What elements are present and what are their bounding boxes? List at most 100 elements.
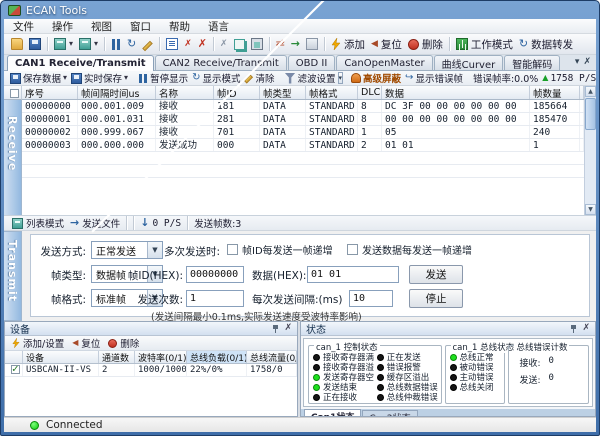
data-increment-option[interactable]: 发送数据每发送一帧递增: [347, 242, 472, 257]
work-mode-button[interactable]: 工作模式: [453, 36, 516, 53]
menu-help[interactable]: 帮助: [160, 19, 199, 33]
send-button[interactable]: 发送: [409, 265, 463, 284]
broom-icon: [142, 40, 153, 51]
tab-close-icon[interactable]: ✗: [583, 57, 591, 67]
device-checkbox[interactable]: [11, 365, 20, 374]
tab-obd2[interactable]: OBD II: [288, 55, 336, 70]
cut-button[interactable]: ✗: [217, 37, 231, 51]
transmit-side-tab[interactable]: Transmit: [4, 231, 22, 321]
interval-input[interactable]: 10: [349, 290, 393, 307]
menu-file[interactable]: 文件: [4, 19, 43, 33]
caret-down-icon[interactable]: ▼: [147, 242, 162, 258]
status-panel-title: 状态: [306, 321, 326, 336]
data-forward-button[interactable]: ↻数据转发: [516, 36, 576, 53]
device-delete-button[interactable]: 删除: [105, 335, 142, 351]
column-header[interactable]: 波特率(0/1): [135, 351, 187, 363]
table-row[interactable]: 00000003000.000.000发送成功000DATASTANDARD20…: [22, 139, 584, 152]
scroll-down-icon[interactable]: ▼: [585, 204, 596, 215]
add-button[interactable]: 添加: [328, 36, 368, 53]
pin-icon[interactable]: [570, 324, 578, 333]
column-header[interactable]: 设备: [23, 351, 99, 363]
show-error-frame-button[interactable]: ↪显示错误帧: [403, 71, 465, 85]
tab-smart-decode[interactable]: 智能解码: [504, 55, 560, 70]
table-row[interactable]: 00000001000.001.031接收281DATASTANDARD800 …: [22, 113, 584, 126]
advanced-mask-button[interactable]: 高级屏蔽: [349, 71, 403, 85]
menu-language[interactable]: 语言: [199, 19, 238, 33]
device-baud-cell: 1000/1000: [135, 364, 187, 376]
device-row[interactable]: USBCAN-II-VS 2 1000/1000 22%/0% 1758/0: [5, 364, 297, 377]
column-header[interactable]: 帧间隔时间us: [78, 86, 156, 99]
send-count-input[interactable]: 1: [186, 290, 244, 307]
data-increment-checkbox[interactable]: [347, 244, 358, 255]
device-panel-title: 设备: [10, 321, 30, 336]
menu-view[interactable]: 视图: [82, 19, 121, 33]
tab-can1-receive-transmit[interactable]: CAN1 Receive/Transmit: [7, 55, 154, 71]
frame-id-input[interactable]: 00000000: [186, 266, 244, 283]
device-reset-button[interactable]: ◀复位: [69, 335, 103, 351]
go-button[interactable]: →: [288, 37, 303, 51]
display-mode-button[interactable]: ↻显示模式: [190, 71, 242, 85]
pin-icon[interactable]: [272, 324, 280, 333]
id-increment-option[interactable]: 帧ID每发送一帧递增: [227, 242, 333, 257]
column-header[interactable]: 通道数: [99, 351, 135, 363]
clear-button[interactable]: [139, 40, 156, 49]
column-header[interactable]: 总线负载(0/1): [187, 351, 247, 363]
pause-button[interactable]: [108, 38, 124, 51]
realtime-save-button[interactable]: 实时保存▾: [69, 71, 130, 85]
delete-all-button[interactable]: ✗: [195, 37, 210, 51]
stop-button[interactable]: 停止: [409, 289, 463, 308]
save-data-button[interactable]: 保存数据▾: [8, 71, 69, 85]
save-button[interactable]: [26, 37, 44, 51]
transmit-view-dropdown[interactable]: ▾: [76, 37, 101, 51]
delete-frame-button[interactable]: ✗: [181, 37, 195, 51]
interval-label: 每次发送间隔:(ms): [252, 292, 342, 307]
delete-circle-icon: [108, 339, 117, 348]
delete-button[interactable]: 删除: [405, 36, 446, 53]
select-all-checkbox[interactable]: [10, 89, 19, 98]
column-header[interactable]: 名称: [156, 86, 214, 99]
refresh-button[interactable]: ↻: [124, 37, 139, 51]
scroll-up-icon[interactable]: ▲: [585, 86, 596, 97]
column-header[interactable]: 序号: [22, 86, 78, 99]
column-header[interactable]: 总线流量(0/1): [247, 351, 297, 363]
table-row[interactable]: 00000000000.001.009接收181DATASTANDARD8DC …: [22, 100, 584, 113]
filter-dropdown[interactable]: ▾: [338, 72, 344, 84]
open-file-button[interactable]: [8, 37, 26, 51]
receive-side-tab[interactable]: Receive: [4, 100, 22, 215]
reset-button[interactable]: ◀复位: [368, 36, 405, 53]
table-row[interactable]: 00000002000.999.067接收701DATASTANDARD1052…: [22, 126, 584, 139]
close-icon[interactable]: ✗: [284, 324, 292, 333]
window-button[interactable]: [303, 37, 321, 51]
receive-scrollbar[interactable]: ▲ ▼: [584, 86, 596, 215]
close-icon[interactable]: ✗: [582, 324, 590, 333]
column-header[interactable]: 数据: [382, 86, 530, 99]
title-bar[interactable]: ECAN Tools: [1, 1, 599, 19]
data-hex-input[interactable]: 01 01: [307, 266, 399, 283]
column-header[interactable]: 帧格式: [306, 86, 358, 99]
new-frame-button[interactable]: [163, 37, 181, 51]
send-mode-select[interactable]: 正常发送▼: [91, 241, 163, 259]
menu-window[interactable]: 窗口: [121, 19, 160, 33]
column-header[interactable]: DLC: [358, 86, 382, 99]
caret-down-icon: ▾: [63, 73, 67, 83]
list-mode-button[interactable]: 列表模式: [9, 216, 67, 230]
copy-button[interactable]: [231, 38, 248, 51]
window-title: ECAN Tools: [26, 4, 87, 17]
tab-curve[interactable]: 曲线Curver: [434, 55, 504, 70]
id-increment-checkbox[interactable]: [227, 244, 238, 255]
scrollbar-thumb[interactable]: [585, 98, 596, 130]
column-header[interactable]: 帧数量: [530, 86, 580, 99]
tab-canopenmaster[interactable]: CanOpenMaster: [336, 55, 432, 70]
tab-can1-status[interactable]: Can1状态: [304, 409, 361, 417]
column-header[interactable]: 帧类型: [260, 86, 306, 99]
toolbar-separator: [159, 37, 160, 51]
paste-button[interactable]: [248, 37, 266, 51]
receive-view-dropdown[interactable]: ▾: [51, 37, 76, 51]
tab-can2-status[interactable]: Can2状态: [362, 410, 417, 417]
menu-operation[interactable]: 操作: [43, 19, 82, 33]
error-frame-icon: ↪: [405, 72, 413, 84]
pause-display-button[interactable]: 暂停显示: [136, 71, 190, 85]
filter-settings-button[interactable]: 滤波设置: [283, 71, 338, 85]
device-add-button[interactable]: 添加/设置: [9, 335, 67, 351]
tab-scroll-icon[interactable]: ▾: [575, 57, 580, 67]
